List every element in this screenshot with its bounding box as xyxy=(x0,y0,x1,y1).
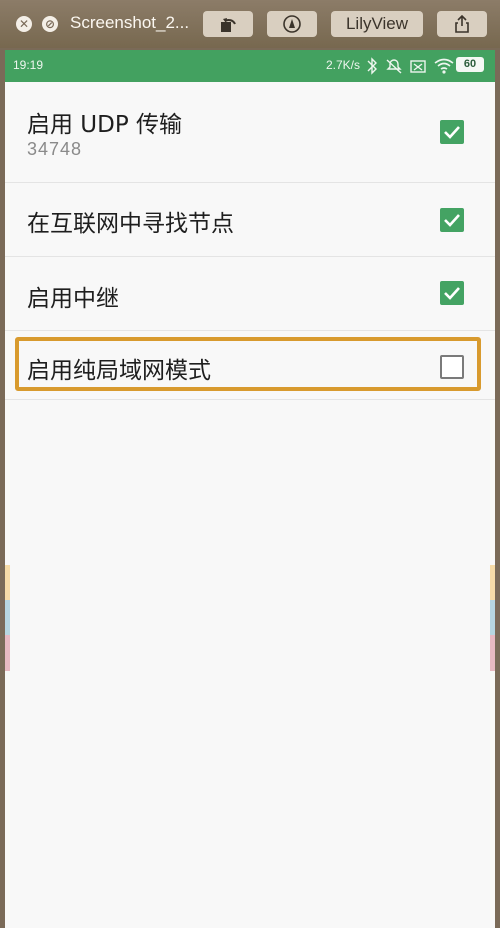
mute-icon xyxy=(386,59,402,74)
phone-screen: 19:19 2.7K/s 60 启用 UDP 传输 34748 在互联网中寻找节… xyxy=(5,50,495,928)
status-net-speed: 2.7K/s xyxy=(326,58,361,72)
edge-strip xyxy=(490,565,495,600)
share-button[interactable] xyxy=(437,11,487,37)
battery-indicator: 60 xyxy=(456,57,484,72)
edge-strip xyxy=(490,600,495,635)
share-icon xyxy=(455,14,469,33)
status-time: 19:19 xyxy=(13,58,44,72)
cancel-icon[interactable]: ⊘ xyxy=(42,16,58,32)
setting-subtitle: 34748 xyxy=(27,139,83,159)
viewer-titlebar: ✕ ⊘ Screenshot_2... LilyView xyxy=(0,0,500,48)
setting-row-relay[interactable]: 启用中继 xyxy=(5,257,495,331)
check-icon xyxy=(444,126,460,139)
setting-title: 启用 UDP 传输 xyxy=(27,112,183,138)
status-icons xyxy=(367,57,454,75)
setting-title: 启用中继 xyxy=(27,286,119,312)
status-bar: 19:19 2.7K/s 60 xyxy=(5,50,495,82)
close-icon[interactable]: ✕ xyxy=(16,16,32,32)
checkbox-checked[interactable] xyxy=(440,208,464,232)
setting-title: 在互联网中寻找节点 xyxy=(27,211,234,237)
wifi-icon xyxy=(434,58,454,70)
checkbox-checked[interactable] xyxy=(440,281,464,305)
rotate-icon xyxy=(221,18,236,32)
edge-strip xyxy=(5,600,10,635)
edge-strip xyxy=(490,635,495,671)
check-icon xyxy=(444,287,460,300)
edge-strip xyxy=(5,635,10,671)
highlight-box xyxy=(15,337,481,391)
markup-button[interactable] xyxy=(267,11,317,37)
rotate-button[interactable] xyxy=(203,11,253,37)
setting-row-udp[interactable]: 启用 UDP 传输 34748 xyxy=(5,82,495,183)
markup-icon xyxy=(283,15,301,33)
viewer-title: Screenshot_2... xyxy=(70,13,190,32)
edge-strip xyxy=(5,565,10,600)
app-button[interactable]: LilyView xyxy=(331,11,423,37)
bluetooth-icon xyxy=(367,57,377,75)
check-icon xyxy=(444,214,460,227)
checkbox-checked[interactable] xyxy=(440,120,464,144)
setting-row-find-nodes[interactable]: 在互联网中寻找节点 xyxy=(5,183,495,257)
